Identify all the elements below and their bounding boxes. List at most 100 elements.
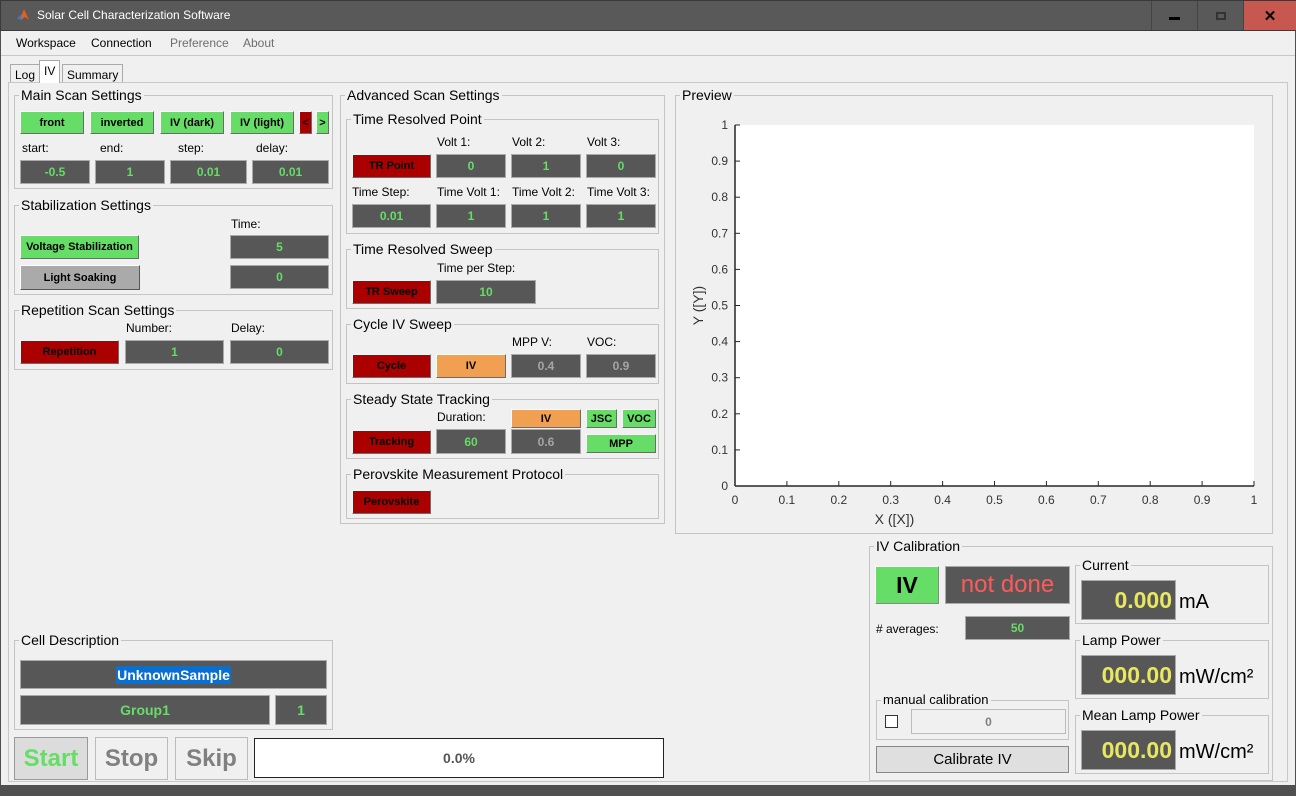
tracking-toggle[interactable]: Tracking [352,430,431,454]
end-label: end: [100,141,124,155]
x-tick-label: 0.5 [986,493,1003,507]
light-soaking-toggle[interactable]: Light Soaking [20,265,140,290]
step-input[interactable]: 0.01 [170,160,247,184]
front-toggle[interactable]: front [20,111,84,134]
duration-input[interactable]: 60 [436,429,506,454]
panel-title: Advanced Scan Settings [347,87,500,103]
calibrate-iv-button[interactable]: Calibrate IV [876,746,1069,773]
voc-label: VOC: [587,335,617,349]
volt1-label: Volt 1: [437,135,471,149]
panel-title: Steady State Tracking [353,391,490,407]
step-label: step: [178,141,205,155]
x-tick-label: 0.7 [1090,493,1107,507]
tab-iv[interactable]: IV [39,60,61,83]
stop-button[interactable]: Stop [95,737,168,780]
x-tick-label: 0.3 [882,493,899,507]
iv-dark-toggle[interactable]: IV (dark) [160,111,224,134]
panel-title: Cycle IV Sweep [353,316,452,332]
tr-point-toggle[interactable]: TR Point [352,154,431,178]
jsc-toggle[interactable]: JSC [586,409,617,428]
matlab-logo-icon [17,9,29,20]
menu-workspace[interactable]: Workspace [16,36,76,50]
manual-calibration-input[interactable]: 0 [911,709,1066,734]
time-per-step-input[interactable]: 10 [436,280,536,304]
panel-title: Repetition Scan Settings [21,302,175,318]
start-input[interactable]: -0.5 [20,160,90,184]
time-volt1-input[interactable]: 1 [436,204,506,228]
cycle-toggle[interactable]: Cycle [352,354,431,378]
time-step-input[interactable]: 0.01 [352,204,431,228]
x-axis-label: X ([X]) [875,511,915,527]
mpp-v-label: MPP V: [512,335,553,349]
mpp-v-input[interactable]: 0.4 [511,354,581,378]
x-tick-label: 0 [732,493,739,507]
sst-iv-value-input[interactable]: 0.6 [511,429,581,454]
maximize-button[interactable] [1197,1,1243,30]
delay-label: delay: [256,141,289,155]
lamp-power-unit: mW/cm² [1179,666,1254,688]
y-tick-label: 0.9 [711,154,728,168]
prev-button[interactable]: < [299,111,312,134]
averages-input[interactable]: 50 [965,616,1070,640]
manual-calibration-checkbox[interactable] [885,715,898,728]
delay-input[interactable]: 0.01 [252,160,329,184]
time-volt2-label: Time Volt 2: [512,185,575,199]
panel-title: IV Calibration [876,538,961,554]
repetition-toggle[interactable]: Repetition [20,340,119,364]
panel-title: Lamp Power [1082,632,1161,648]
time-volt2-input[interactable]: 1 [511,204,581,228]
next-button[interactable]: > [316,111,329,134]
sample-name-selected-text: UnknownSample [116,665,231,684]
tab-summary[interactable]: Summary [62,64,124,82]
sample-name-input[interactable]: UnknownSample [20,660,327,689]
time-per-step-label: Time per Step: [437,261,516,275]
y-tick-label: 0.1 [711,443,728,457]
mpp-toggle[interactable]: MPP [586,434,656,453]
iv-calibration-toggle[interactable]: IV [875,566,939,604]
menu-preference[interactable]: Preference [170,36,229,50]
progress-bar: 0.0% [254,738,664,778]
cell-index-input[interactable]: 1 [275,695,327,725]
iv-light-toggle[interactable]: IV (light) [230,111,294,134]
volt2-input[interactable]: 1 [511,154,581,178]
group-input[interactable]: Group1 [20,695,270,725]
voltage-stabilization-toggle[interactable]: Voltage Stabilization [20,235,139,259]
close-button[interactable]: ✕ [1243,1,1296,30]
current-unit: mA [1179,591,1209,613]
minimize-button[interactable] [1151,1,1197,30]
x-tick-label: 0.6 [1038,493,1055,507]
y-tick-label: 0.2 [711,407,728,421]
y-axis-label: Y ([Y]) [690,286,706,325]
menu-about[interactable]: About [243,36,274,50]
start-button[interactable]: Start [14,737,88,780]
tab-log[interactable]: Log [10,64,41,82]
volt1-input[interactable]: 0 [436,154,506,178]
volt3-input[interactable]: 0 [586,154,656,178]
y-tick-label: 1 [721,118,728,132]
repetition-delay-input[interactable]: 0 [230,340,329,364]
delay-label: Delay: [231,321,266,335]
time-volt3-input[interactable]: 1 [586,204,656,228]
voltage-stabilization-time-input[interactable]: 5 [230,235,329,259]
lamp-power-value: 000.00 [1081,655,1176,695]
cycle-iv-mode-button[interactable]: IV [436,354,506,378]
maximize-icon [1215,11,1226,20]
sst-iv-mode-button[interactable]: IV [511,409,581,428]
inverted-toggle[interactable]: inverted [90,111,154,134]
y-tick-label: 0.5 [711,299,728,313]
number-label: Number: [126,321,173,335]
skip-button[interactable]: Skip [175,737,248,780]
panel-title: Mean Lamp Power [1082,707,1200,723]
menu-connection[interactable]: Connection [91,36,152,50]
perovskite-toggle[interactable]: Perovskite [352,490,431,514]
preview-chart: 0 0.1 0.2 0.3 0.4 0.5 0.6 0.7 0.8 0.9 1 0 0.1 0.2 0.3 0… [690,118,1258,527]
voc-input[interactable]: 0.9 [586,354,656,378]
repetition-number-input[interactable]: 1 [125,340,224,364]
end-input[interactable]: 1 [95,160,165,184]
tr-sweep-toggle[interactable]: TR Sweep [352,280,431,304]
mean-lamp-power-unit: mW/cm² [1179,741,1254,763]
voc-toggle[interactable]: VOC [622,409,656,428]
progress-text: 0.0% [443,750,475,766]
light-soaking-time-input[interactable]: 0 [230,265,329,289]
panel-title: Current [1082,557,1129,573]
